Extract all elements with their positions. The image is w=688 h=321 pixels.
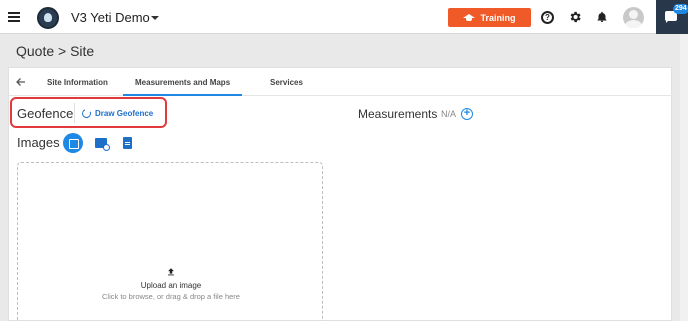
avatar[interactable] (623, 7, 644, 28)
upload-icon (168, 268, 174, 276)
back-arrow-icon[interactable] (15, 76, 27, 88)
draw-geofence-label: Draw Geofence (95, 108, 154, 118)
image-gallery-button[interactable] (63, 133, 83, 153)
active-tab-indicator (123, 94, 242, 96)
file-icon[interactable] (123, 137, 132, 149)
menu-icon[interactable] (8, 12, 20, 22)
help-icon[interactable]: ? (541, 11, 554, 24)
company-logo[interactable] (37, 7, 59, 29)
top-bar: V3 Yeti Demo Training ? 294 (0, 0, 688, 34)
upload-title: Upload an image (140, 281, 202, 290)
bell-icon[interactable] (596, 10, 608, 24)
tab-site-information[interactable]: Site Information (47, 78, 108, 87)
upload-hint: Click to browse, or drag & drop a file h… (102, 292, 240, 301)
chevron-down-icon[interactable] (151, 16, 159, 20)
site-card: Site Information Measurements and Maps S… (8, 67, 673, 321)
gear-icon[interactable] (568, 10, 582, 24)
measurements-label: Measurements (358, 107, 438, 121)
add-measurement-icon[interactable]: + (461, 108, 473, 120)
tab-measurements-and-maps[interactable]: Measurements and Maps (135, 78, 230, 87)
geofence-label: Geofence (17, 106, 74, 121)
measurements-value: N/A (441, 109, 457, 119)
chat-button[interactable]: 294 (656, 0, 688, 34)
breadcrumb: Quote > Site (16, 43, 95, 59)
tab-services[interactable]: Services (270, 78, 303, 87)
training-label: Training (480, 12, 516, 23)
scrollbar[interactable] (680, 34, 688, 321)
divider (74, 103, 75, 123)
graduation-cap-icon (463, 13, 476, 22)
add-photo-icon[interactable] (95, 138, 110, 151)
chat-badge: 294 (673, 4, 688, 14)
images-label: Images (17, 135, 60, 150)
tab-bar: Site Information Measurements and Maps S… (9, 68, 673, 96)
draw-geofence-button[interactable]: Draw Geofence (80, 105, 154, 121)
draw-icon (80, 107, 93, 119)
app-title[interactable]: V3 Yeti Demo (71, 10, 150, 25)
image-dropzone[interactable]: Upload an image Click to browse, or drag… (17, 162, 323, 321)
training-button[interactable]: Training (448, 8, 531, 27)
